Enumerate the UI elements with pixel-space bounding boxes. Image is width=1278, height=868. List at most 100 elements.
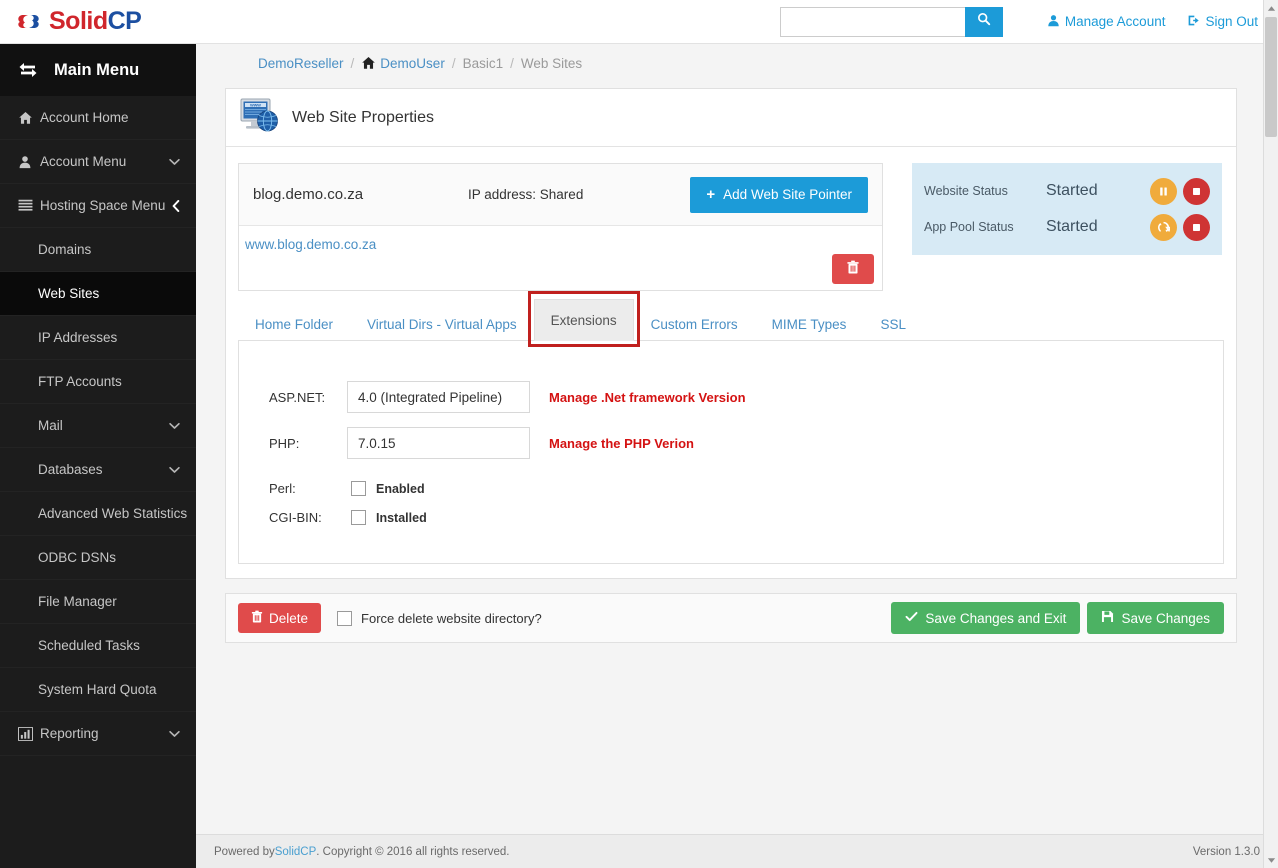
sidebar-item-scheduled-tasks[interactable]: Scheduled Tasks: [0, 624, 196, 668]
cgibin-installed-label: Installed: [376, 510, 427, 525]
php-version-input[interactable]: [347, 427, 530, 459]
search-input[interactable]: [779, 6, 965, 37]
save-changes-button[interactable]: Save Changes: [1087, 602, 1224, 634]
scroll-up-arrow-icon[interactable]: [1264, 0, 1278, 16]
sidebar-item-advanced-web-statistics[interactable]: Advanced Web Statistics: [0, 492, 196, 536]
sidebar-item-label: Advanced Web Statistics: [38, 506, 188, 521]
tabs-section: Home Folder Virtual Dirs - Virtual Apps Ex…: [238, 291, 1224, 564]
tab-virtual-dirs-virtual-apps[interactable]: Virtual Dirs - Virtual Apps: [350, 308, 534, 340]
chevron-down-icon[interactable]: [169, 158, 180, 166]
breadcrumb-item-demoreseller[interactable]: DemoReseller: [258, 56, 344, 71]
scroll-down-arrow-icon[interactable]: [1264, 852, 1278, 868]
sidebar-item-ftp-accounts[interactable]: FTP Accounts: [0, 360, 196, 404]
status-value: Started: [1046, 182, 1098, 199]
force-delete-checkbox[interactable]: [337, 610, 353, 626]
sidebar-item-account-menu[interactable]: Account Menu: [0, 140, 196, 184]
footer-copyright: . Copyright © 2016 all rights reserved.: [316, 845, 510, 858]
breadcrumb-separator: /: [451, 55, 456, 71]
sidebar-item-odbc-dsns[interactable]: ODBC DSNs: [0, 536, 196, 580]
sidebar-item-label: Reporting: [40, 726, 99, 741]
save-changes-and-exit-button[interactable]: Save Changes and Exit: [891, 602, 1081, 634]
sidebar-item-file-manager[interactable]: File Manager: [0, 580, 196, 624]
list-icon: [18, 199, 40, 212]
tab-ssl[interactable]: SSL: [863, 308, 923, 340]
scrollbar-thumb[interactable]: [1265, 17, 1277, 137]
breadcrumb-separator: /: [510, 55, 514, 71]
save-changes-label: Save Changes: [1121, 610, 1210, 626]
breadcrumb: DemoReseller / DemoUser / Basic1 / Web Sites: [196, 44, 1278, 82]
stop-button[interactable]: [1183, 213, 1210, 241]
page-footer: Powered by SolidCP. Copyright © 2016 all…: [196, 834, 1278, 868]
page-title: Web Site Properties: [292, 108, 434, 126]
pause-icon: [1158, 186, 1169, 197]
tab-mime-types[interactable]: MIME Types: [755, 308, 864, 340]
breadcrumb-item-web-sites: Web Sites: [521, 56, 582, 71]
manage-net-framework-link[interactable]: Manage .Net framework Version: [549, 390, 746, 405]
tab-extensions[interactable]: Extensions: [533, 299, 634, 341]
status-button-group: [1150, 213, 1210, 241]
sidebar-item-web-sites[interactable]: Web Sites: [0, 272, 196, 316]
breadcrumb-separator: /: [350, 55, 355, 71]
chevron-left-icon[interactable]: [172, 199, 180, 212]
tab-custom-errors[interactable]: Custom Errors: [634, 308, 755, 340]
svg-text:www: www: [249, 103, 261, 108]
breadcrumb-label: Basic1: [462, 55, 504, 71]
user-icon: [1047, 14, 1065, 30]
web-site-properties-card: www Web Site Properties blog.demo.co.za …: [225, 88, 1237, 579]
trash-icon: [846, 260, 860, 278]
chevron-down-icon[interactable]: [169, 422, 180, 430]
status-panel: Website Status Started App Pool Status Star…: [912, 163, 1222, 255]
manage-php-version-link[interactable]: Manage the PHP Verion: [549, 436, 694, 451]
main-content: DemoReseller / DemoUser / Basic1 / Web Sites w…: [196, 44, 1278, 868]
footer-version: Version 1.3.0: [1192, 845, 1260, 858]
stop-button[interactable]: [1183, 177, 1210, 205]
aspnet-version-input[interactable]: [347, 381, 530, 413]
sidebar-header[interactable]: Main Menu: [0, 44, 196, 96]
delete-pointer-button[interactable]: [832, 254, 874, 284]
sidebar-item-system-hard-quota[interactable]: System Hard Quota: [0, 668, 196, 712]
perl-row: Perl: Enabled: [269, 481, 1223, 496]
status-button-group: [1150, 177, 1210, 205]
page-scrollbar[interactable]: [1263, 0, 1278, 868]
perl-enabled-checkbox[interactable]: [351, 481, 366, 496]
sidebar-item-hosting-space-menu[interactable]: Hosting Space Menu: [0, 184, 196, 228]
site-domain: blog.demo.co.za: [253, 186, 364, 203]
logo-text-cp: CP: [107, 7, 142, 35]
sidebar-item-domains[interactable]: Domains: [0, 228, 196, 272]
sidebar-item-account-home[interactable]: Account Home: [0, 96, 196, 140]
chevron-down-icon[interactable]: [169, 466, 180, 474]
cgibin-installed-checkbox[interactable]: [351, 510, 366, 525]
extensions-panel: ASP.NET: Manage .Net framework Version P…: [238, 341, 1224, 564]
site-pointer-row: www.blog.demo.co.za: [239, 226, 882, 290]
sidebar-item-label: IP Addresses: [38, 330, 118, 345]
breadcrumb-label: Web Sites: [520, 55, 583, 71]
search-group: [779, 6, 1003, 37]
chevron-down-icon[interactable]: [169, 730, 180, 738]
footer-brand-link[interactable]: SolidCP: [275, 846, 317, 858]
sidebar-item-label: Mail: [38, 418, 63, 433]
add-web-site-pointer-button[interactable]: + Add Web Site Pointer: [690, 176, 868, 213]
home-icon: [361, 56, 376, 70]
recycle-button[interactable]: [1150, 213, 1177, 241]
sidebar-item-ip-addresses[interactable]: IP Addresses: [0, 316, 196, 360]
tab-label: Virtual Dirs - Virtual Apps: [367, 316, 517, 332]
add-web-site-pointer-label: Add Web Site Pointer: [723, 187, 852, 202]
pause-button[interactable]: [1150, 177, 1177, 205]
sidebar-item-mail[interactable]: Mail: [0, 404, 196, 448]
website-monitor-globe-icon: www: [240, 97, 280, 138]
delete-button[interactable]: Delete: [238, 603, 322, 633]
sidebar-item-reporting[interactable]: Reporting: [0, 712, 196, 756]
breadcrumb-item-demouser[interactable]: DemoUser: [361, 56, 445, 71]
tab-label: SSL: [880, 316, 906, 332]
site-pointer-link[interactable]: www.blog.demo.co.za: [245, 237, 376, 252]
sidebar-item-databases[interactable]: Databases: [0, 448, 196, 492]
search-button[interactable]: [964, 6, 1003, 37]
brand-logo[interactable]: SolidCP: [0, 0, 196, 44]
sign-out-link[interactable]: Sign Out: [1187, 14, 1258, 30]
tab-home-folder[interactable]: Home Folder: [238, 308, 350, 340]
tab-label: MIME Types: [771, 316, 847, 332]
sign-out-icon: [1187, 14, 1205, 30]
manage-account-link[interactable]: Manage Account: [1047, 14, 1165, 30]
cgibin-row: CGI-BIN: Installed: [269, 510, 1223, 525]
recycle-icon: [1157, 221, 1170, 234]
